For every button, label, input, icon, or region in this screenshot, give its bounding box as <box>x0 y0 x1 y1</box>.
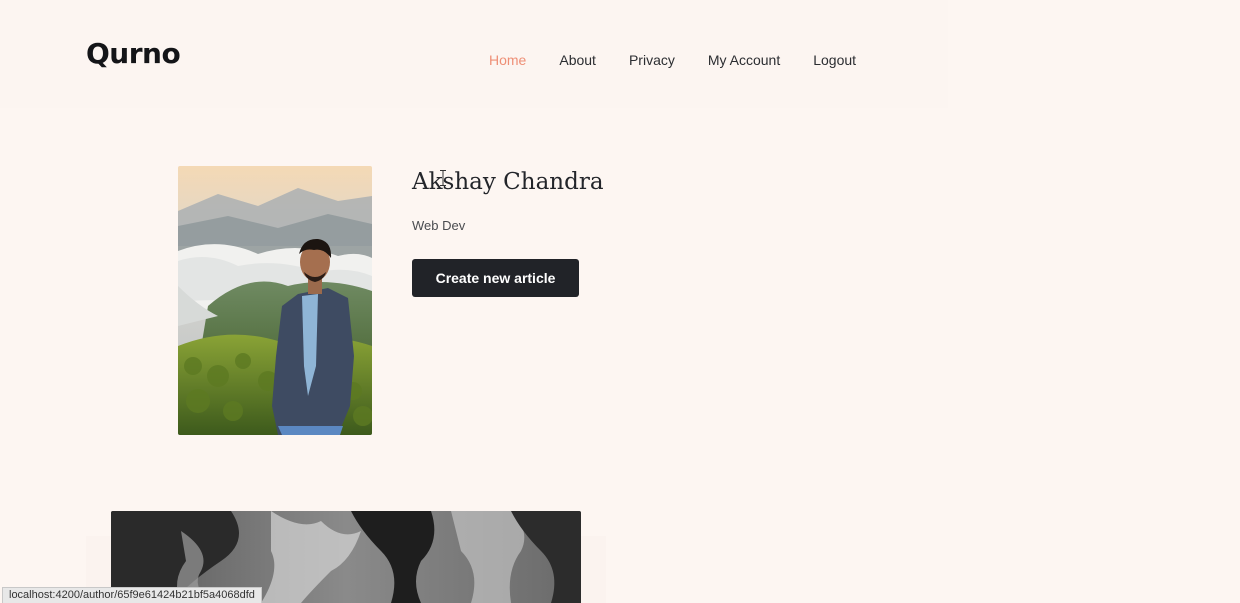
author-photo <box>178 166 372 435</box>
author-role: Web Dev <box>412 218 466 233</box>
create-article-button[interactable]: Create new article <box>412 259 579 297</box>
nav-about[interactable]: About <box>559 52 596 68</box>
status-bar-url: localhost:4200/author/65f9e61424b21bf5a4… <box>2 587 262 603</box>
main-nav: Home About Privacy My Account Logout <box>489 52 889 68</box>
nav-logout[interactable]: Logout <box>813 52 856 68</box>
logo[interactable]: Qurno <box>86 40 181 68</box>
nav-home[interactable]: Home <box>489 52 526 68</box>
text-cursor-icon <box>440 170 446 186</box>
nav-privacy[interactable]: Privacy <box>629 52 675 68</box>
nav-my-account[interactable]: My Account <box>708 52 780 68</box>
